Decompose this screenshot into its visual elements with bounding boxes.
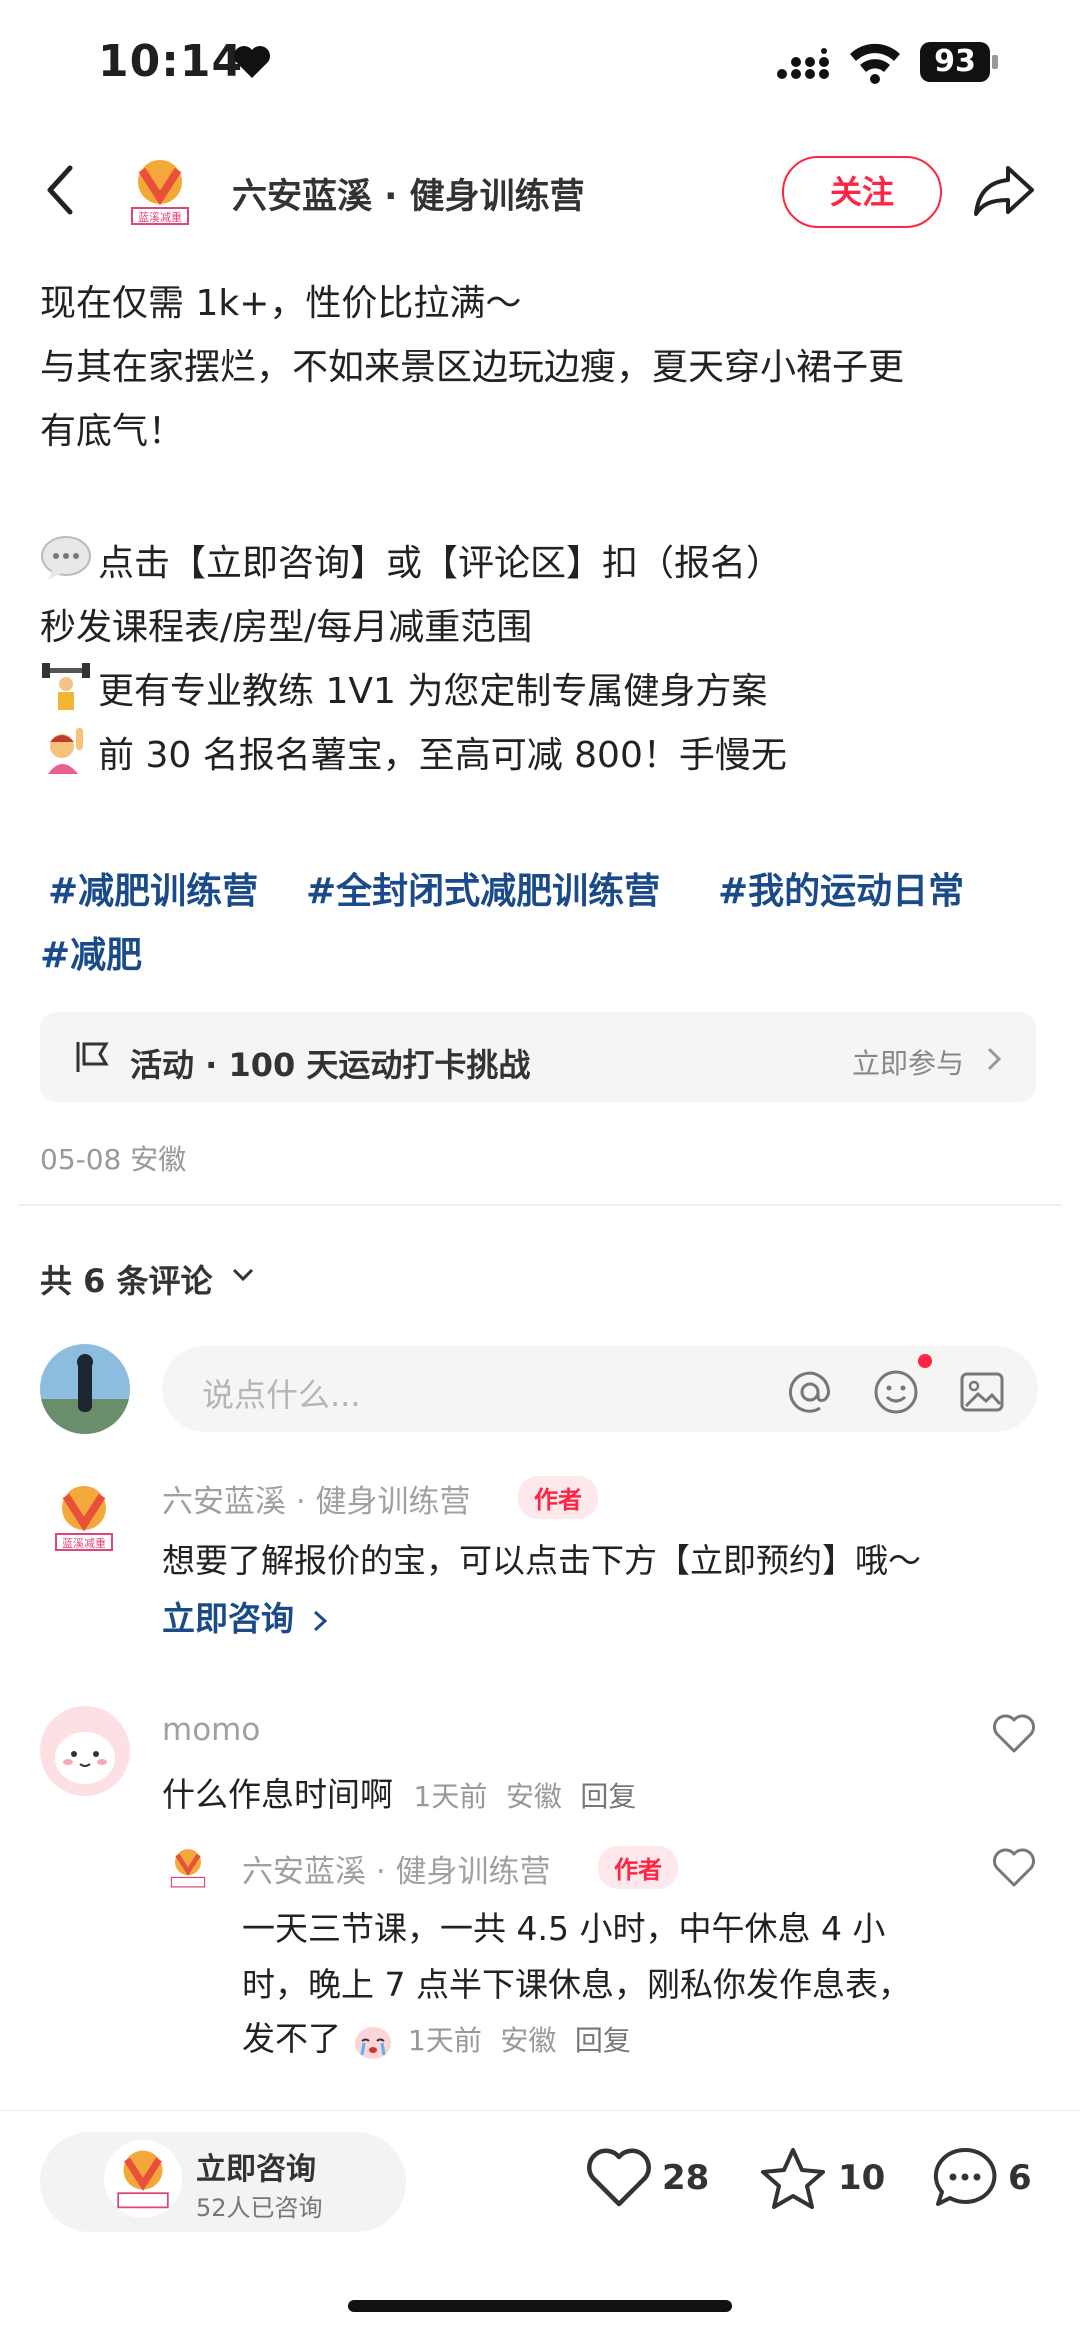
like-icon[interactable] xyxy=(586,2148,652,2208)
comment-text: 想要了解报价的宝，可以点击下方【立即预约】哦～ xyxy=(162,1541,921,1580)
comment-text-row: 什么作息时间啊 1天前 安徽 回复 xyxy=(162,1768,636,1816)
post-line-5: 秒发课程表/房型/每月减重范围 xyxy=(40,607,533,648)
back-arrow-icon[interactable] xyxy=(40,160,80,220)
chevron-right-icon xyxy=(987,1047,1002,1071)
logo-text: 蓝溪减重 xyxy=(138,210,182,224)
activity-flag-icon xyxy=(76,1042,109,1072)
post-date-location: 05-08 安徽 xyxy=(40,1143,187,1176)
chevron-down-icon[interactable] xyxy=(232,1268,254,1282)
activity-join-link[interactable]: 立即参与 xyxy=(852,1042,964,1082)
brand-logo-icon: 蓝溪减重 xyxy=(55,1486,113,1551)
status-time: 10:14 xyxy=(98,36,244,87)
consult-link[interactable]: 立即咨询 xyxy=(162,1592,328,1640)
comment-author[interactable]: momo xyxy=(162,1712,260,1748)
brand-logo-icon: 蓝溪减重 xyxy=(131,160,189,225)
hashtag-link[interactable]: #全封闭式减肥训练营 xyxy=(306,862,660,914)
notification-dot xyxy=(918,1354,932,1368)
weightlifter-icon xyxy=(40,662,92,712)
reply-author[interactable]: 六安蓝溪 · 健身训练营 xyxy=(242,1846,551,1891)
comment-text: 什么作息时间啊 xyxy=(162,1775,393,1814)
post-line-6: 更有专业教练 1V1 为您定制专属健身方案 xyxy=(98,671,768,712)
consult-count: 52人已咨询 xyxy=(196,2194,323,2222)
reply-text-line-3: 发不了 xyxy=(242,2019,341,2058)
reply-avatar[interactable] xyxy=(162,1842,214,1894)
hashtag-link[interactable]: #减肥 xyxy=(40,926,142,978)
signal-icon xyxy=(777,48,829,79)
reply-button[interactable]: 回复 xyxy=(580,1780,636,1813)
reply-time: 1天前 xyxy=(408,2024,482,2057)
logo-text: 蓝溪减重 xyxy=(62,1536,106,1550)
comment-count[interactable]: 共 6 条评论 xyxy=(40,1256,213,1302)
reply-button[interactable]: 回复 xyxy=(575,2024,631,2057)
raising-hand-icon xyxy=(40,726,92,776)
consult-logo xyxy=(104,2140,182,2218)
consult-label: 立即咨询 xyxy=(196,2152,316,2187)
post-line-4: 点击【立即咨询】或【评论区】扣（报名） xyxy=(98,543,783,584)
author-badge: 作者 xyxy=(518,1476,598,1519)
comment-total: 6 xyxy=(1008,2158,1032,2198)
comment-author[interactable]: 六安蓝溪 · 健身训练营 xyxy=(162,1476,471,1521)
like-heart-icon[interactable] xyxy=(992,1848,1036,1888)
star-favorite-icon[interactable] xyxy=(760,2146,826,2210)
reply-text-line-1: 一天三节课，一共 4.5 小时，中午休息 4 小 xyxy=(242,1909,886,1948)
comment-time: 1天前 xyxy=(413,1780,488,1813)
wifi-icon xyxy=(850,43,900,84)
speech-bubble-icon xyxy=(40,534,92,582)
author-name[interactable]: 六安蓝溪 · 健身训练营 xyxy=(232,168,585,219)
author-avatar[interactable]: 蓝溪减重 xyxy=(116,148,204,236)
comment-input-placeholder: 说点什么... xyxy=(202,1376,361,1414)
battery-icon: 93 xyxy=(920,42,1000,82)
user-avatar[interactable] xyxy=(40,1344,130,1434)
follow-button[interactable]: 关注 xyxy=(782,156,942,228)
comment-avatar[interactable]: 蓝溪减重 xyxy=(40,1474,128,1562)
reply-location: 安徽 xyxy=(500,2024,557,2057)
at-mention-icon[interactable] xyxy=(786,1368,834,1416)
divider xyxy=(18,1204,1062,1206)
heart-status-icon xyxy=(234,46,270,78)
comment-bubble-icon[interactable] xyxy=(932,2146,998,2210)
author-badge: 作者 xyxy=(598,1846,678,1889)
activity-label: 活动 · 100 天运动打卡挑战 xyxy=(130,1046,531,1084)
favorite-count: 10 xyxy=(838,2158,886,2198)
brand-logo-icon xyxy=(170,1849,206,1888)
battery-level: 93 xyxy=(920,42,990,82)
post-line-1: 现在仅需 1k+，性价比拉满～ xyxy=(40,283,522,324)
comment-location: 安徽 xyxy=(505,1780,562,1813)
share-icon[interactable] xyxy=(972,160,1036,220)
post-line-3: 有底气！ xyxy=(40,411,185,452)
reply-text-line-2: 时，晚上 7 点半下课休息，刚私你发作息表， xyxy=(242,1965,911,2004)
like-count: 28 xyxy=(662,2158,710,2198)
like-heart-icon[interactable] xyxy=(992,1714,1036,1754)
home-indicator[interactable] xyxy=(348,2300,732,2312)
hashtag-link[interactable]: #我的运动日常 xyxy=(718,862,964,914)
brand-logo-icon xyxy=(117,2150,169,2209)
image-picker-icon[interactable] xyxy=(958,1368,1006,1416)
crying-emoji-icon xyxy=(354,2026,391,2059)
emoji-icon[interactable] xyxy=(872,1368,920,1416)
chevron-right-icon xyxy=(313,1610,327,1631)
comment-avatar[interactable] xyxy=(40,1706,130,1796)
hashtag-link[interactable]: #减肥训练营 xyxy=(48,862,258,914)
post-line-7: 前 30 名报名薯宝，至高可减 800！手慢无 xyxy=(98,735,787,776)
reply-text-row: 发不了 1天前 安徽 回复 xyxy=(242,2012,631,2061)
consult-link-label: 立即咨询 xyxy=(162,1599,294,1638)
post-line-2: 与其在家摆烂，不如来景区边玩边瘦，夏天穿小裙子更 xyxy=(40,347,905,388)
